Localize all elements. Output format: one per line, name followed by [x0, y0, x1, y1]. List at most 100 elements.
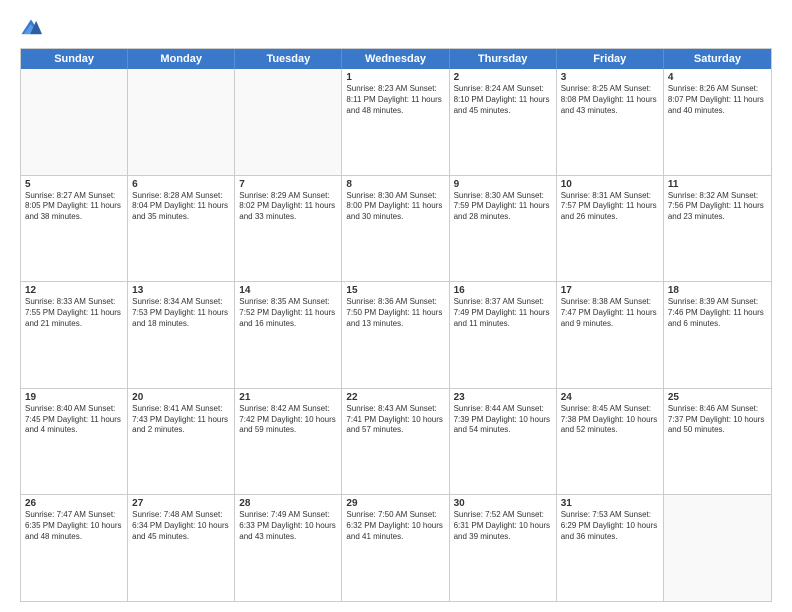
calendar-cell-2-6: 10Sunrise: 8:31 AM Sunset: 7:57 PM Dayli…: [557, 176, 664, 282]
cell-info-text: Sunrise: 8:28 AM Sunset: 8:04 PM Dayligh…: [132, 191, 230, 223]
day-number: 26: [25, 498, 123, 509]
calendar-cell-5-6: 31Sunrise: 7:53 AM Sunset: 6:29 PM Dayli…: [557, 495, 664, 601]
calendar-cell-5-7: [664, 495, 771, 601]
cell-info-text: Sunrise: 8:45 AM Sunset: 7:38 PM Dayligh…: [561, 404, 659, 436]
logo-icon: [20, 18, 42, 40]
calendar-cell-3-7: 18Sunrise: 8:39 AM Sunset: 7:46 PM Dayli…: [664, 282, 771, 388]
cell-info-text: Sunrise: 8:25 AM Sunset: 8:08 PM Dayligh…: [561, 84, 659, 116]
cell-info-text: Sunrise: 8:43 AM Sunset: 7:41 PM Dayligh…: [346, 404, 444, 436]
calendar-cell-2-7: 11Sunrise: 8:32 AM Sunset: 7:56 PM Dayli…: [664, 176, 771, 282]
header: [20, 18, 772, 40]
cell-info-text: Sunrise: 8:36 AM Sunset: 7:50 PM Dayligh…: [346, 297, 444, 329]
weekday-header-tuesday: Tuesday: [235, 49, 342, 69]
day-number: 8: [346, 179, 444, 190]
cell-info-text: Sunrise: 8:30 AM Sunset: 8:00 PM Dayligh…: [346, 191, 444, 223]
calendar-row-2: 5Sunrise: 8:27 AM Sunset: 8:05 PM Daylig…: [21, 175, 771, 282]
calendar-cell-3-3: 14Sunrise: 8:35 AM Sunset: 7:52 PM Dayli…: [235, 282, 342, 388]
cell-info-text: Sunrise: 7:53 AM Sunset: 6:29 PM Dayligh…: [561, 510, 659, 542]
logo: [20, 18, 46, 40]
day-number: 9: [454, 179, 552, 190]
calendar-row-4: 19Sunrise: 8:40 AM Sunset: 7:45 PM Dayli…: [21, 388, 771, 495]
weekday-header-saturday: Saturday: [664, 49, 771, 69]
calendar-cell-2-5: 9Sunrise: 8:30 AM Sunset: 7:59 PM Daylig…: [450, 176, 557, 282]
day-number: 2: [454, 72, 552, 83]
day-number: 17: [561, 285, 659, 296]
day-number: 22: [346, 392, 444, 403]
calendar-cell-1-1: [21, 69, 128, 175]
weekday-header-monday: Monday: [128, 49, 235, 69]
calendar-cell-3-5: 16Sunrise: 8:37 AM Sunset: 7:49 PM Dayli…: [450, 282, 557, 388]
page: SundayMondayTuesdayWednesdayThursdayFrid…: [0, 0, 792, 612]
calendar-cell-3-2: 13Sunrise: 8:34 AM Sunset: 7:53 PM Dayli…: [128, 282, 235, 388]
day-number: 31: [561, 498, 659, 509]
calendar-row-5: 26Sunrise: 7:47 AM Sunset: 6:35 PM Dayli…: [21, 494, 771, 601]
cell-info-text: Sunrise: 8:40 AM Sunset: 7:45 PM Dayligh…: [25, 404, 123, 436]
calendar-cell-2-4: 8Sunrise: 8:30 AM Sunset: 8:00 PM Daylig…: [342, 176, 449, 282]
day-number: 14: [239, 285, 337, 296]
day-number: 21: [239, 392, 337, 403]
cell-info-text: Sunrise: 7:49 AM Sunset: 6:33 PM Dayligh…: [239, 510, 337, 542]
cell-info-text: Sunrise: 7:47 AM Sunset: 6:35 PM Dayligh…: [25, 510, 123, 542]
calendar-cell-4-6: 24Sunrise: 8:45 AM Sunset: 7:38 PM Dayli…: [557, 389, 664, 495]
calendar-cell-4-4: 22Sunrise: 8:43 AM Sunset: 7:41 PM Dayli…: [342, 389, 449, 495]
day-number: 24: [561, 392, 659, 403]
weekday-header-friday: Friday: [557, 49, 664, 69]
day-number: 28: [239, 498, 337, 509]
day-number: 29: [346, 498, 444, 509]
day-number: 18: [668, 285, 767, 296]
calendar-cell-1-7: 4Sunrise: 8:26 AM Sunset: 8:07 PM Daylig…: [664, 69, 771, 175]
calendar-header: SundayMondayTuesdayWednesdayThursdayFrid…: [21, 49, 771, 69]
day-number: 23: [454, 392, 552, 403]
cell-info-text: Sunrise: 8:35 AM Sunset: 7:52 PM Dayligh…: [239, 297, 337, 329]
cell-info-text: Sunrise: 8:41 AM Sunset: 7:43 PM Dayligh…: [132, 404, 230, 436]
cell-info-text: Sunrise: 8:33 AM Sunset: 7:55 PM Dayligh…: [25, 297, 123, 329]
day-number: 30: [454, 498, 552, 509]
cell-info-text: Sunrise: 8:38 AM Sunset: 7:47 PM Dayligh…: [561, 297, 659, 329]
cell-info-text: Sunrise: 8:26 AM Sunset: 8:07 PM Dayligh…: [668, 84, 767, 116]
weekday-header-wednesday: Wednesday: [342, 49, 449, 69]
weekday-header-thursday: Thursday: [450, 49, 557, 69]
calendar-cell-2-2: 6Sunrise: 8:28 AM Sunset: 8:04 PM Daylig…: [128, 176, 235, 282]
calendar-cell-1-5: 2Sunrise: 8:24 AM Sunset: 8:10 PM Daylig…: [450, 69, 557, 175]
day-number: 6: [132, 179, 230, 190]
day-number: 27: [132, 498, 230, 509]
cell-info-text: Sunrise: 8:30 AM Sunset: 7:59 PM Dayligh…: [454, 191, 552, 223]
cell-info-text: Sunrise: 8:24 AM Sunset: 8:10 PM Dayligh…: [454, 84, 552, 116]
day-number: 3: [561, 72, 659, 83]
day-number: 19: [25, 392, 123, 403]
calendar-cell-1-3: [235, 69, 342, 175]
day-number: 20: [132, 392, 230, 403]
cell-info-text: Sunrise: 8:39 AM Sunset: 7:46 PM Dayligh…: [668, 297, 767, 329]
day-number: 15: [346, 285, 444, 296]
day-number: 25: [668, 392, 767, 403]
calendar-cell-3-4: 15Sunrise: 8:36 AM Sunset: 7:50 PM Dayli…: [342, 282, 449, 388]
calendar-cell-2-3: 7Sunrise: 8:29 AM Sunset: 8:02 PM Daylig…: [235, 176, 342, 282]
calendar-cell-3-1: 12Sunrise: 8:33 AM Sunset: 7:55 PM Dayli…: [21, 282, 128, 388]
calendar: SundayMondayTuesdayWednesdayThursdayFrid…: [20, 48, 772, 602]
day-number: 11: [668, 179, 767, 190]
day-number: 4: [668, 72, 767, 83]
day-number: 1: [346, 72, 444, 83]
calendar-cell-4-7: 25Sunrise: 8:46 AM Sunset: 7:37 PM Dayli…: [664, 389, 771, 495]
calendar-row-3: 12Sunrise: 8:33 AM Sunset: 7:55 PM Dayli…: [21, 281, 771, 388]
calendar-cell-5-2: 27Sunrise: 7:48 AM Sunset: 6:34 PM Dayli…: [128, 495, 235, 601]
calendar-cell-4-3: 21Sunrise: 8:42 AM Sunset: 7:42 PM Dayli…: [235, 389, 342, 495]
calendar-cell-2-1: 5Sunrise: 8:27 AM Sunset: 8:05 PM Daylig…: [21, 176, 128, 282]
day-number: 5: [25, 179, 123, 190]
calendar-cell-5-5: 30Sunrise: 7:52 AM Sunset: 6:31 PM Dayli…: [450, 495, 557, 601]
cell-info-text: Sunrise: 8:27 AM Sunset: 8:05 PM Dayligh…: [25, 191, 123, 223]
day-number: 10: [561, 179, 659, 190]
day-number: 13: [132, 285, 230, 296]
cell-info-text: Sunrise: 8:44 AM Sunset: 7:39 PM Dayligh…: [454, 404, 552, 436]
cell-info-text: Sunrise: 7:52 AM Sunset: 6:31 PM Dayligh…: [454, 510, 552, 542]
calendar-cell-1-2: [128, 69, 235, 175]
day-number: 16: [454, 285, 552, 296]
cell-info-text: Sunrise: 8:34 AM Sunset: 7:53 PM Dayligh…: [132, 297, 230, 329]
cell-info-text: Sunrise: 8:23 AM Sunset: 8:11 PM Dayligh…: [346, 84, 444, 116]
cell-info-text: Sunrise: 8:29 AM Sunset: 8:02 PM Dayligh…: [239, 191, 337, 223]
calendar-cell-3-6: 17Sunrise: 8:38 AM Sunset: 7:47 PM Dayli…: [557, 282, 664, 388]
calendar-cell-1-4: 1Sunrise: 8:23 AM Sunset: 8:11 PM Daylig…: [342, 69, 449, 175]
cell-info-text: Sunrise: 8:42 AM Sunset: 7:42 PM Dayligh…: [239, 404, 337, 436]
calendar-cell-5-1: 26Sunrise: 7:47 AM Sunset: 6:35 PM Dayli…: [21, 495, 128, 601]
calendar-cell-4-5: 23Sunrise: 8:44 AM Sunset: 7:39 PM Dayli…: [450, 389, 557, 495]
